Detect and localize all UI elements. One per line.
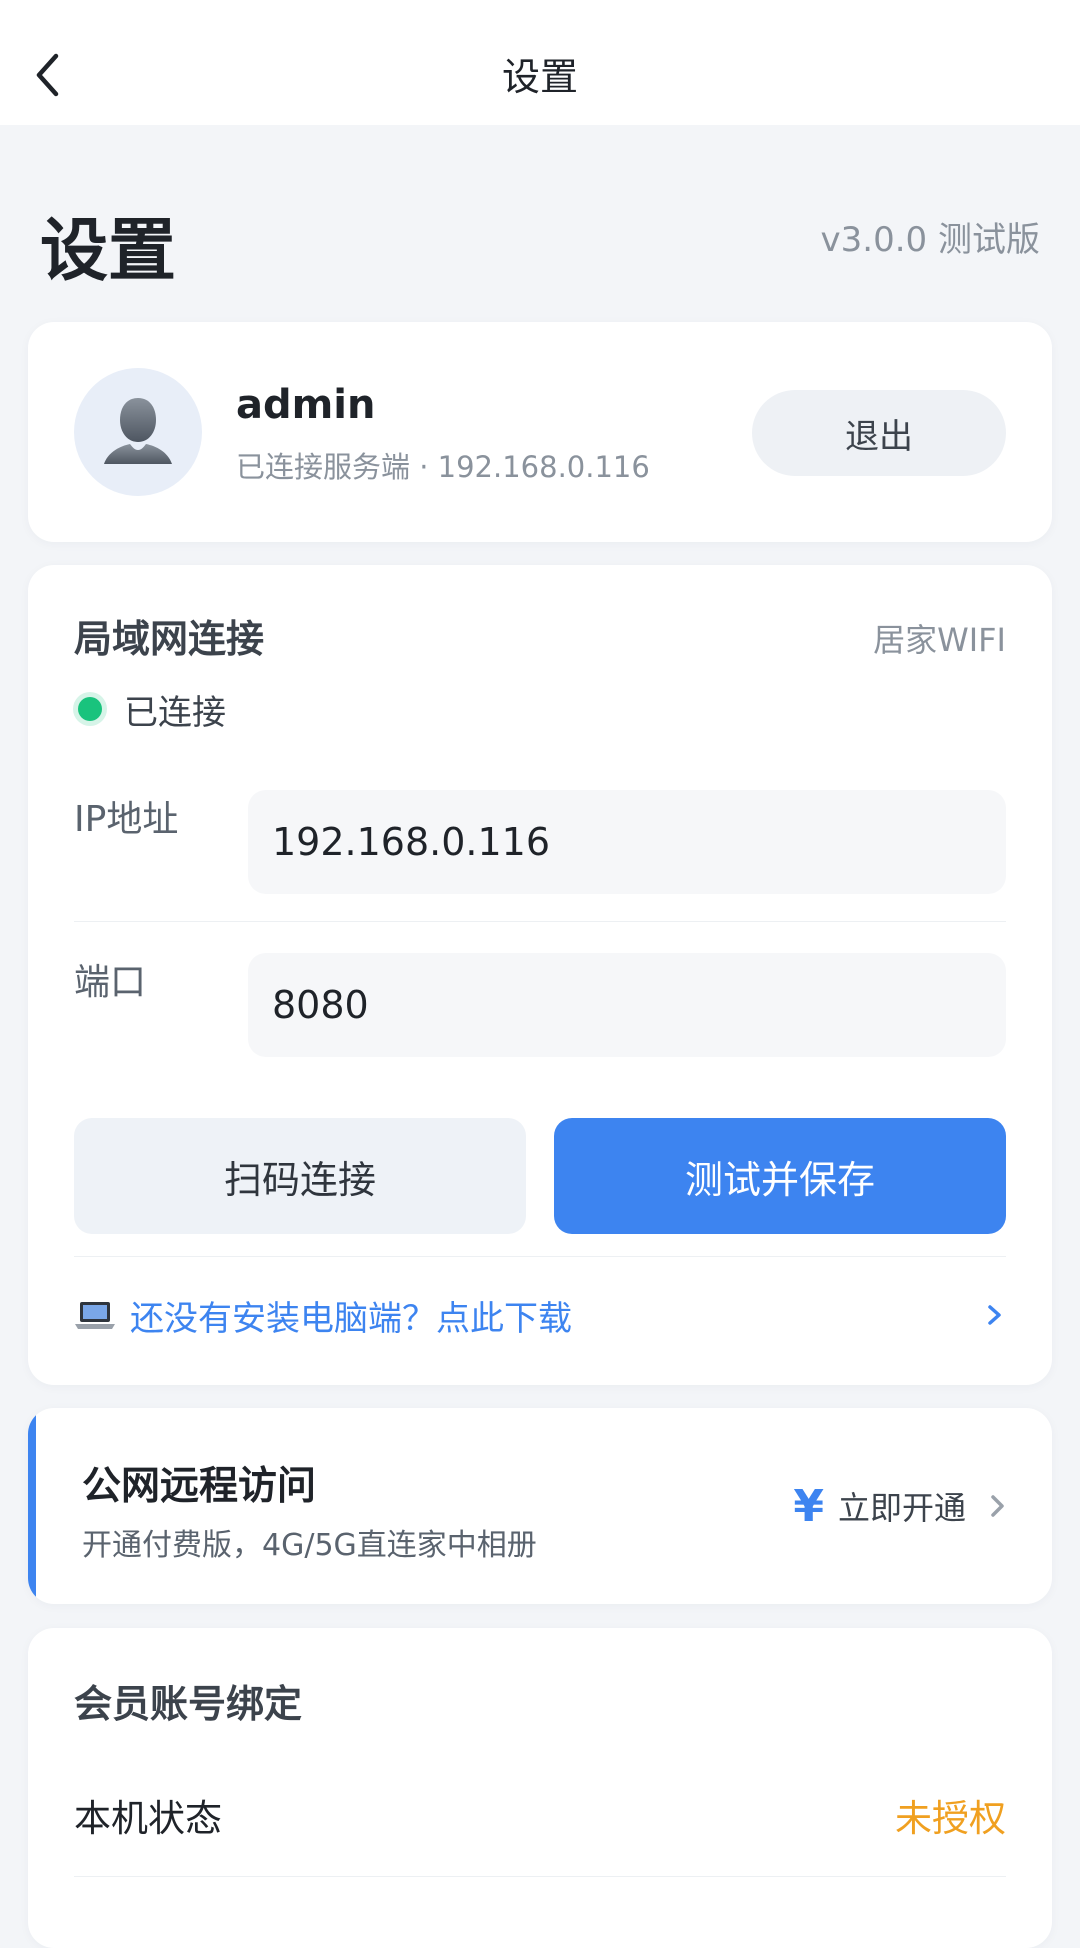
- status-dot-icon: [78, 697, 102, 721]
- version-label: v3.0.0 测试版: [820, 220, 1040, 260]
- nav-bar: 设置: [0, 0, 1080, 125]
- divider: [74, 921, 1006, 922]
- port-label: 端口: [74, 962, 147, 1003]
- ip-label: IP地址: [74, 799, 179, 840]
- server-status: 已连接服务端 · 192.168.0.116: [236, 450, 650, 484]
- profile-card: admin 已连接服务端 · 192.168.0.116 退出: [28, 322, 1052, 542]
- divider: [74, 1876, 1006, 1877]
- chevron-right-icon: [988, 1305, 1001, 1325]
- scan-connect-button[interactable]: 扫码连接: [74, 1118, 526, 1234]
- remote-access-card[interactable]: 公网远程访问 开通付费版，4G/5G直连家中相册 ¥ 立即开通: [28, 1408, 1052, 1604]
- user-icon: [104, 398, 172, 464]
- logout-button[interactable]: 退出: [752, 390, 1006, 476]
- download-text: 还没有安装电脑端？点此下载: [130, 1298, 572, 1339]
- network-name: 居家WIFI: [873, 621, 1006, 659]
- port-input[interactable]: [248, 953, 1006, 1057]
- nav-title: 设置: [501, 55, 578, 99]
- connection-status-text: 已连接: [124, 692, 226, 733]
- connection-status: 已连接: [72, 687, 226, 733]
- lan-card: 局域网连接 居家WIFI 已连接 IP地址 端口 扫码连接 测试并保存 还没有安…: [28, 565, 1052, 1385]
- member-title: 会员账号绑定: [74, 1682, 303, 1726]
- page-title: 设置: [40, 212, 177, 291]
- accent-bar: [28, 1408, 36, 1604]
- test-save-button[interactable]: 测试并保存: [554, 1118, 1006, 1234]
- yen-icon: ¥: [793, 1480, 824, 1532]
- lan-title: 局域网连接: [74, 617, 265, 661]
- chevron-right-icon: [991, 1495, 1004, 1517]
- device-status-value: 未授权: [895, 1797, 1006, 1840]
- divider: [74, 1256, 1006, 1257]
- laptop-icon: [75, 1302, 115, 1329]
- member-card: 会员账号绑定 本机状态 未授权: [28, 1628, 1052, 1948]
- avatar: [74, 368, 202, 496]
- download-link[interactable]: 还没有安装电脑端？点此下载: [74, 1280, 1006, 1350]
- ip-input[interactable]: [248, 790, 1006, 894]
- remote-subtitle: 开通付费版，4G/5G直连家中相册: [82, 1528, 537, 1563]
- remote-title: 公网远程访问: [82, 1464, 317, 1509]
- activate-action[interactable]: ¥ 立即开通: [793, 1480, 1008, 1532]
- username: admin: [236, 382, 376, 428]
- activate-label: 立即开通: [837, 1489, 966, 1527]
- device-status-label: 本机状态: [74, 1797, 222, 1840]
